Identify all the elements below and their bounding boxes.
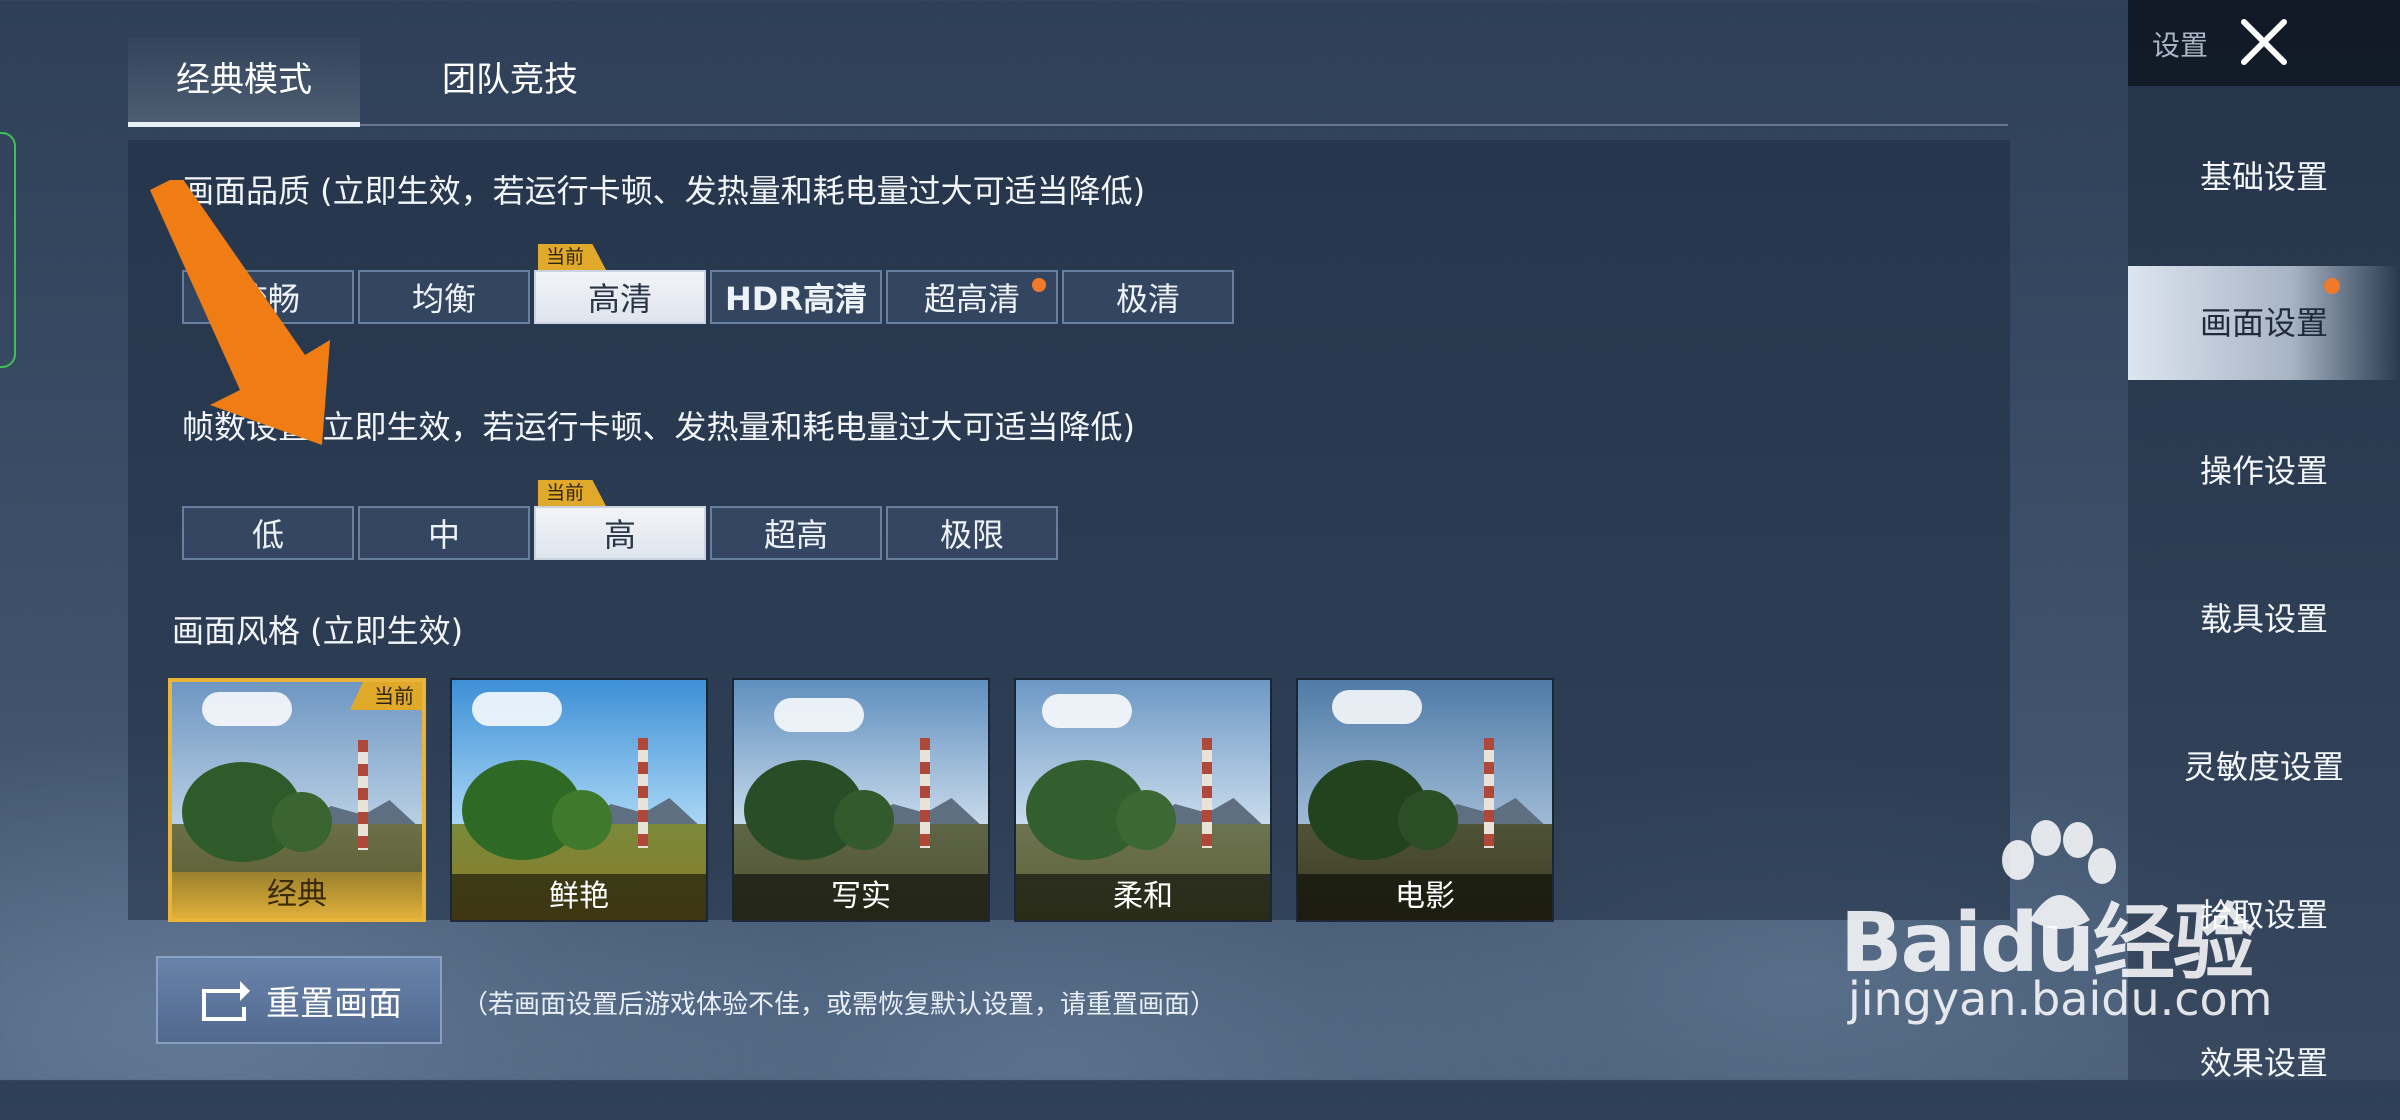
thumb-cloud: [472, 692, 562, 726]
watermark-url: jingyan.baidu.com: [1848, 972, 2273, 1026]
style-label: 鲜艳: [452, 874, 706, 920]
quality-option-balanced[interactable]: 均衡: [358, 270, 530, 324]
framerate-option-extreme[interactable]: 极限: [886, 506, 1058, 560]
thumb-cloud: [1332, 690, 1422, 724]
current-badge: 当前: [538, 244, 607, 270]
reset-note: （若画面设置后游戏体验不佳，或需恢复默认设置，请重置画面）: [462, 990, 1217, 1020]
reset-icon: [202, 981, 250, 1021]
thumb-tower: [1484, 738, 1494, 848]
framerate-option-low[interactable]: 低: [182, 506, 354, 560]
thumb-tower: [638, 738, 648, 848]
style-label: 柔和: [1016, 874, 1270, 920]
quality-section-title: 画面品质 (立即生效，若运行卡顿、发热量和耗电量过大可适当降低): [182, 172, 1146, 210]
thumb-tower: [1202, 738, 1212, 848]
thumb-tower: [358, 740, 368, 850]
quality-option-smooth[interactable]: 流畅: [182, 270, 354, 324]
thumb-tree: [834, 790, 894, 850]
framerate-option-high[interactable]: 当前 高: [534, 480, 706, 560]
sidebar-item-sensitivity[interactable]: 灵敏度设置: [2128, 710, 2400, 824]
mode-tabs: 经典模式 团队竞技: [128, 38, 2008, 127]
framerate-options: 低 中 当前 高 超高 极限: [182, 480, 1062, 560]
sidebar-item-basic[interactable]: 基础设置: [2128, 120, 2400, 234]
sidebar-item-controls[interactable]: 操作设置: [2128, 414, 2400, 528]
sidebar-item-graphics[interactable]: 画面设置: [2128, 266, 2400, 380]
new-dot-indicator: [2324, 278, 2340, 294]
quality-options: 流畅 均衡 当前 高清 HDR高清 超高清 极清: [182, 244, 1238, 324]
quality-option-hd[interactable]: 当前 高清: [534, 244, 706, 324]
quality-option-hdr-hd[interactable]: HDR高清: [710, 270, 882, 324]
sidebar-title: 设置: [2152, 29, 2209, 62]
sidebar-header: 设置: [2128, 0, 2400, 86]
reset-button-label: 重置画面: [266, 983, 402, 1024]
thumb-tree: [1398, 790, 1458, 850]
baidu-watermark: Baidu经验 jingyan.baidu.com: [1840, 820, 2280, 1030]
tab-team-deathmatch[interactable]: 团队竞技: [390, 38, 630, 122]
thumb-tree: [272, 792, 332, 852]
new-dot-indicator: [1032, 278, 1046, 292]
quality-option-ultra-hd[interactable]: 超高清: [886, 270, 1058, 324]
quality-option-hd-label: 高清: [587, 280, 652, 318]
style-section-title: 画面风格 (立即生效): [172, 612, 464, 650]
left-edge-indicator: [0, 132, 16, 368]
thumb-cloud: [1042, 694, 1132, 728]
thumb-tower: [920, 738, 930, 848]
thumb-cloud: [774, 698, 864, 732]
graphics-settings-panel: 画面品质 (立即生效，若运行卡顿、发热量和耗电量过大可适当降低) 流畅 均衡 当…: [128, 140, 2010, 922]
style-label: 电影: [1298, 874, 1552, 920]
framerate-option-medium[interactable]: 中: [358, 506, 530, 560]
style-option-classic[interactable]: 当前 经典: [168, 678, 426, 922]
framerate-section-title: 帧数设置(立即生效，若运行卡顿、发热量和耗电量过大可适当降低): [182, 408, 1135, 446]
reset-graphics-button[interactable]: 重置画面: [156, 956, 442, 1044]
sidebar-item-vehicle[interactable]: 载具设置: [2128, 562, 2400, 676]
thumb-tree: [1116, 790, 1176, 850]
current-badge: 当前: [538, 480, 607, 506]
style-options: 当前 经典 鲜艳 写实 柔和 电影: [168, 678, 1578, 922]
quality-option-extreme[interactable]: 极清: [1062, 270, 1234, 324]
thumb-tree: [552, 790, 612, 850]
style-option-vivid[interactable]: 鲜艳: [450, 678, 708, 922]
tab-classic-mode[interactable]: 经典模式: [128, 38, 360, 127]
sidebar-item-graphics-label: 画面设置: [2199, 304, 2328, 342]
close-icon[interactable]: [2232, 10, 2296, 74]
thumb-cloud: [202, 692, 292, 726]
framerate-option-ultra[interactable]: 超高: [710, 506, 882, 560]
style-option-realistic[interactable]: 写实: [732, 678, 990, 922]
style-option-soft[interactable]: 柔和: [1014, 678, 1272, 922]
framerate-option-high-label: 高: [603, 516, 636, 554]
style-label: 写实: [734, 874, 988, 920]
style-option-cinematic[interactable]: 电影: [1296, 678, 1554, 922]
quality-option-ultra-hd-label: 超高清: [923, 280, 1020, 318]
style-label: 经典: [172, 872, 422, 918]
